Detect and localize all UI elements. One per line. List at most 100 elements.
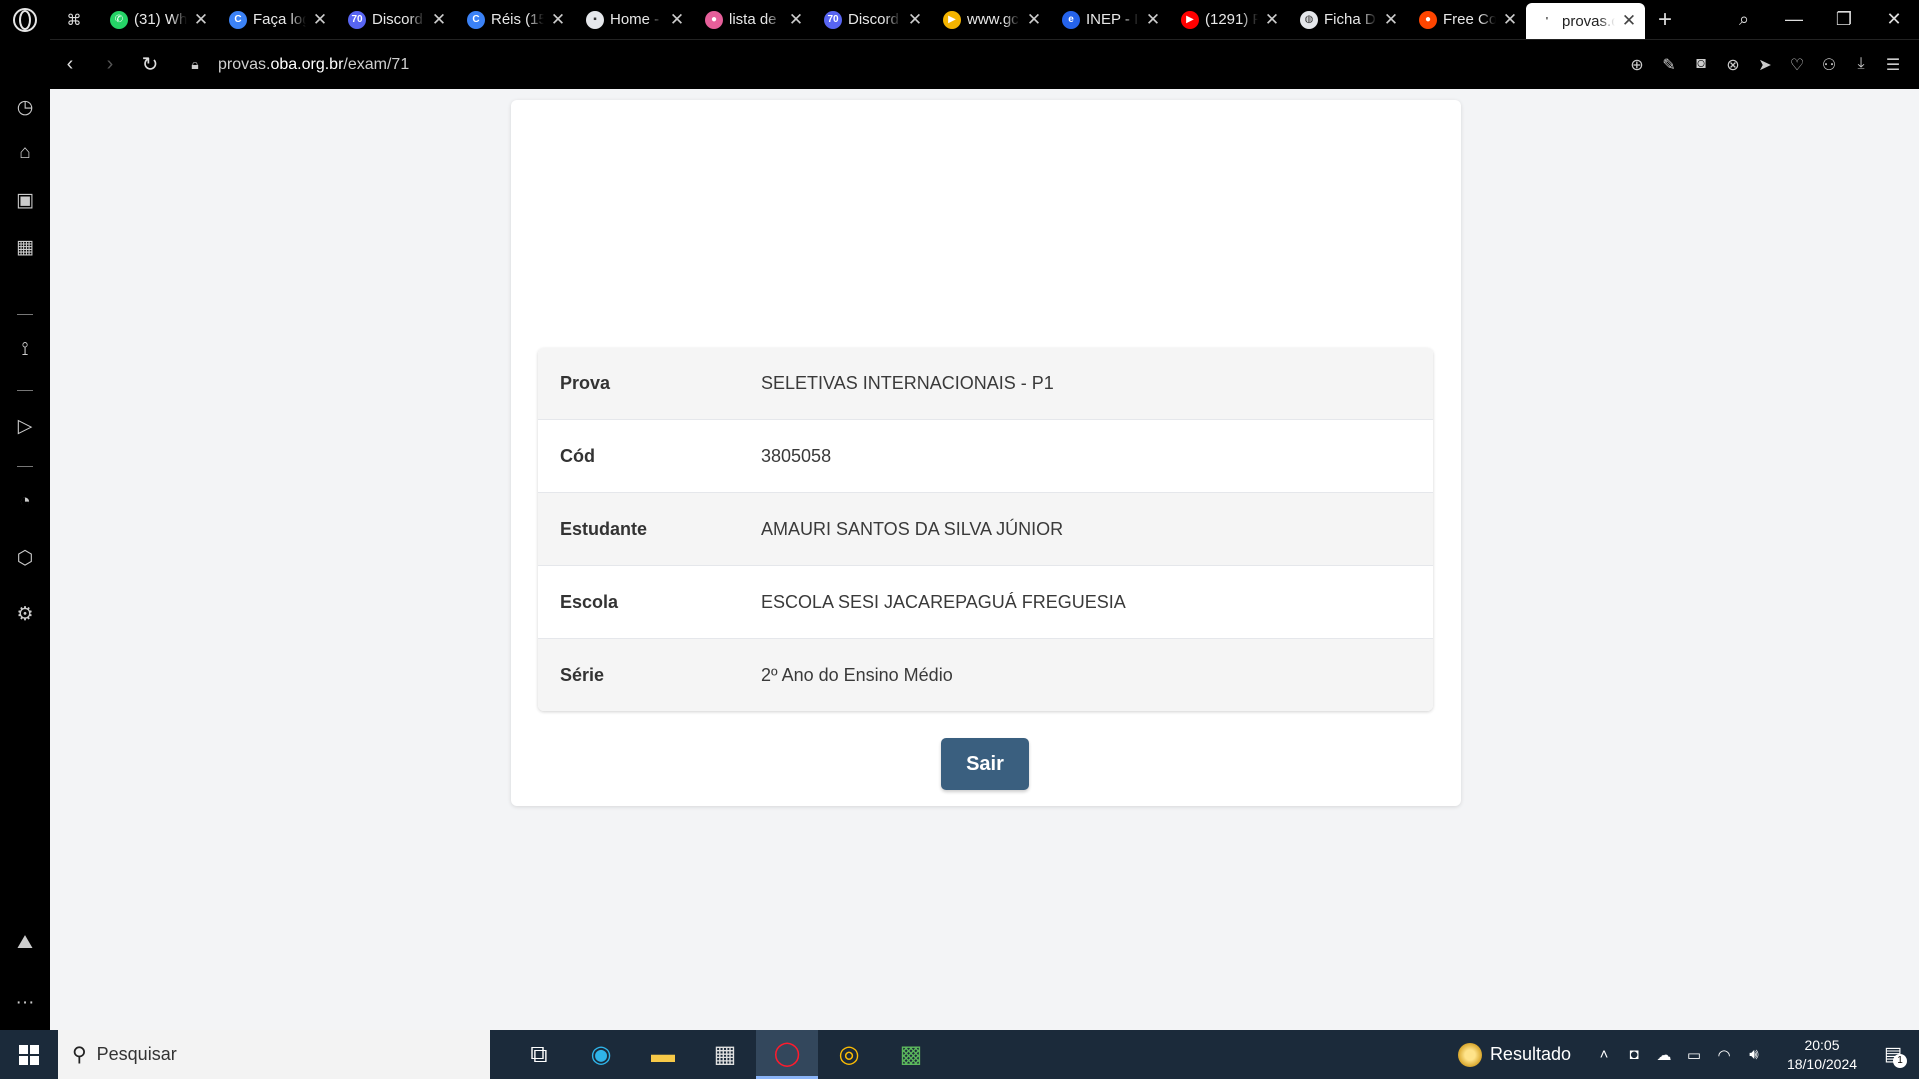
ai-icon[interactable]: ⟟ xyxy=(0,339,50,361)
search-placeholder: Pesquisar xyxy=(96,1044,177,1064)
volume-icon[interactable]: 🔊︎ xyxy=(1739,1046,1769,1063)
tab-1[interactable]: C Faça log ✕ xyxy=(217,0,336,39)
minecraft-icon[interactable]: ▩ xyxy=(880,1030,942,1079)
chrome-icon[interactable]: ◎ xyxy=(818,1030,880,1079)
minimize-icon[interactable]: — xyxy=(1769,9,1819,30)
system-tray: Resultado ˄ ◘ ☁ ▭ ◠ 🔊︎ 20:05 18/10/2024 … xyxy=(1457,1030,1919,1079)
tab-3[interactable]: C Réis (15 ✕ xyxy=(455,0,574,39)
store-icon[interactable]: ▦ xyxy=(694,1030,756,1079)
tab-title: Réis (15 xyxy=(491,11,544,28)
close-tab-icon[interactable]: ✕ xyxy=(193,10,209,30)
taskbar-apps: ⧉ ◉ ▬ ▦ ◯ ◎ ▩ xyxy=(508,1030,942,1079)
shopping-icon[interactable]: ⌂ xyxy=(0,142,50,164)
close-tab-icon[interactable]: ✕ xyxy=(1383,10,1399,30)
tab-8[interactable]: e INEP - I ✕ xyxy=(1050,0,1169,39)
adblock-icon[interactable]: ⊗ xyxy=(1717,55,1749,75)
camera-icon[interactable]: ◙ xyxy=(1685,55,1717,75)
restore-icon[interactable]: ❐ xyxy=(1819,9,1869,30)
edit-icon[interactable]: ✎ xyxy=(1653,55,1685,75)
favicon-icon: ' xyxy=(1538,12,1556,30)
exam-card: Prova SELETIVAS INTERNACIONAIS - P1 Cód 380… xyxy=(511,100,1461,806)
tab-strip: ✆ (31) Wh ✕ C Faça log ✕ 70 Discord ✕ C Réis (15 ✕ ▪… xyxy=(98,0,1645,39)
search-tabs-icon[interactable]: ⌕ xyxy=(1719,9,1769,30)
forward-icon[interactable]: › xyxy=(90,53,130,76)
close-window-icon[interactable]: ✕ xyxy=(1869,9,1919,30)
tab-0[interactable]: ✆ (31) Wh ✕ xyxy=(98,0,217,39)
url-field[interactable]: provas.oba.org.br/exam/71 xyxy=(218,56,409,74)
tab-11[interactable]: ● Free Co ✕ xyxy=(1407,0,1526,39)
favicon-icon: C xyxy=(467,10,485,29)
more-icon[interactable]: ··· xyxy=(0,992,50,1014)
search-icon: ⚲ xyxy=(72,1044,87,1066)
wifi-icon[interactable]: ◠ xyxy=(1709,1046,1739,1064)
meet-icon[interactable]: ◘ xyxy=(1619,1046,1649,1063)
player-icon[interactable]: ▷ xyxy=(0,415,50,438)
row-label: Série xyxy=(560,664,605,685)
opera-icon[interactable]: ◯ xyxy=(756,1030,818,1079)
tab-title: (1291) F xyxy=(1205,11,1258,28)
tab-2[interactable]: 70 Discord ✕ xyxy=(336,0,455,39)
notification-icon[interactable]: ▤ 1 xyxy=(1867,1043,1919,1068)
favicon-icon: 70 xyxy=(824,10,842,29)
tab-10[interactable]: ◍ Ficha D ✕ xyxy=(1288,0,1407,39)
tab-4[interactable]: ▪ Home - ✕ xyxy=(574,0,693,39)
taskbar-search[interactable]: ⚲ Pesquisar xyxy=(58,1030,490,1079)
address-bar-tools: ⊕ ✎ ◙ ⊗ ➤ ♡ ⚇ ⤓ ☰ xyxy=(1621,55,1909,75)
tab-bar: ⌘ ✆ (31) Wh ✕ C Faça log ✕ 70 Discord ✕ C Réis (15… xyxy=(0,0,1919,39)
close-tab-icon[interactable]: ✕ xyxy=(788,10,804,30)
send-icon[interactable]: ➤ xyxy=(1749,55,1781,75)
profile-icon[interactable]: ⚇ xyxy=(1813,55,1845,75)
row-value: 2º Ano do Ensino Médio xyxy=(761,664,953,685)
tab-12[interactable]: ' provas.c ✕ xyxy=(1526,3,1645,39)
weather-widget[interactable]: Resultado xyxy=(1457,1042,1571,1067)
sidebar: ◷ ⌂ ▣ ▦ ⟟ ▷ ◔ ⬡ ⚙ ⛰ ··· xyxy=(0,39,50,1030)
chip-icon[interactable]: ▦ xyxy=(0,236,50,259)
gamepad-icon[interactable]: ⌘ xyxy=(50,0,98,39)
close-tab-icon[interactable]: ✕ xyxy=(550,10,566,30)
opera-menu-icon[interactable] xyxy=(0,0,50,39)
file-explorer-icon[interactable]: ▬ xyxy=(632,1030,694,1079)
close-tab-icon[interactable]: ✕ xyxy=(312,10,328,30)
favicon-icon: ● xyxy=(705,10,723,29)
tab-9[interactable]: ▶ (1291) F ✕ xyxy=(1169,0,1288,39)
tab-5[interactable]: ● lista de ✕ xyxy=(693,0,812,39)
back-icon[interactable]: ‹ xyxy=(50,53,90,76)
row-value: SELETIVAS INTERNACIONAIS - P1 xyxy=(761,373,1054,393)
start-button[interactable] xyxy=(0,1030,58,1079)
tab-6[interactable]: 70 Discord ✕ xyxy=(812,0,931,39)
close-tab-icon[interactable]: ✕ xyxy=(1264,10,1280,30)
battery-icon[interactable]: ▭ xyxy=(1679,1046,1709,1064)
clock[interactable]: 20:05 18/10/2024 xyxy=(1777,1036,1867,1074)
close-tab-icon[interactable]: ✕ xyxy=(669,10,685,30)
gallery-icon[interactable]: ⛰ xyxy=(0,932,50,954)
close-tab-icon[interactable]: ✕ xyxy=(1621,11,1637,31)
close-tab-icon[interactable]: ✕ xyxy=(1145,10,1161,30)
close-tab-icon[interactable]: ✕ xyxy=(1502,10,1518,30)
close-tab-icon[interactable]: ✕ xyxy=(907,10,923,30)
exit-button[interactable]: Sair xyxy=(941,738,1029,790)
favicon-icon: 70 xyxy=(348,10,366,29)
favicon-icon: ✆ xyxy=(110,10,128,29)
twitch-icon[interactable]: ▣ xyxy=(0,189,50,212)
history-icon[interactable]: ◔ xyxy=(0,491,50,513)
task-view-icon[interactable]: ⧉ xyxy=(508,1030,570,1079)
chevron-up-icon[interactable]: ˄ xyxy=(1589,1046,1619,1063)
new-tab-button[interactable]: + xyxy=(1645,6,1685,34)
close-tab-icon[interactable]: ✕ xyxy=(1026,10,1042,30)
heart-icon[interactable]: ♡ xyxy=(1781,55,1813,75)
edge-icon[interactable]: ◉ xyxy=(570,1030,632,1079)
favicon-icon: ▶ xyxy=(943,10,961,29)
settings-icon[interactable]: ⚙ xyxy=(0,603,50,626)
extensions-icon[interactable]: ⬡ xyxy=(0,547,50,570)
page-content: Prova SELETIVAS INTERNACIONAIS - P1 Cód 380… xyxy=(50,89,1919,1030)
easy-setup-icon[interactable]: ☰ xyxy=(1877,55,1909,75)
cloud-off-icon[interactable]: ☁ xyxy=(1649,1046,1679,1064)
reload-icon[interactable]: ↻ xyxy=(130,52,170,77)
download-icon[interactable]: ⤓ xyxy=(1845,55,1877,75)
speed-dial-icon[interactable]: ◷ xyxy=(0,96,50,119)
lock-icon[interactable]: 🔒︎ xyxy=(180,56,210,73)
close-tab-icon[interactable]: ✕ xyxy=(431,10,447,30)
zoom-icon[interactable]: ⊕ xyxy=(1621,55,1653,75)
tab-title: www.gc xyxy=(967,11,1019,28)
tab-7[interactable]: ▶ www.gc ✕ xyxy=(931,0,1050,39)
